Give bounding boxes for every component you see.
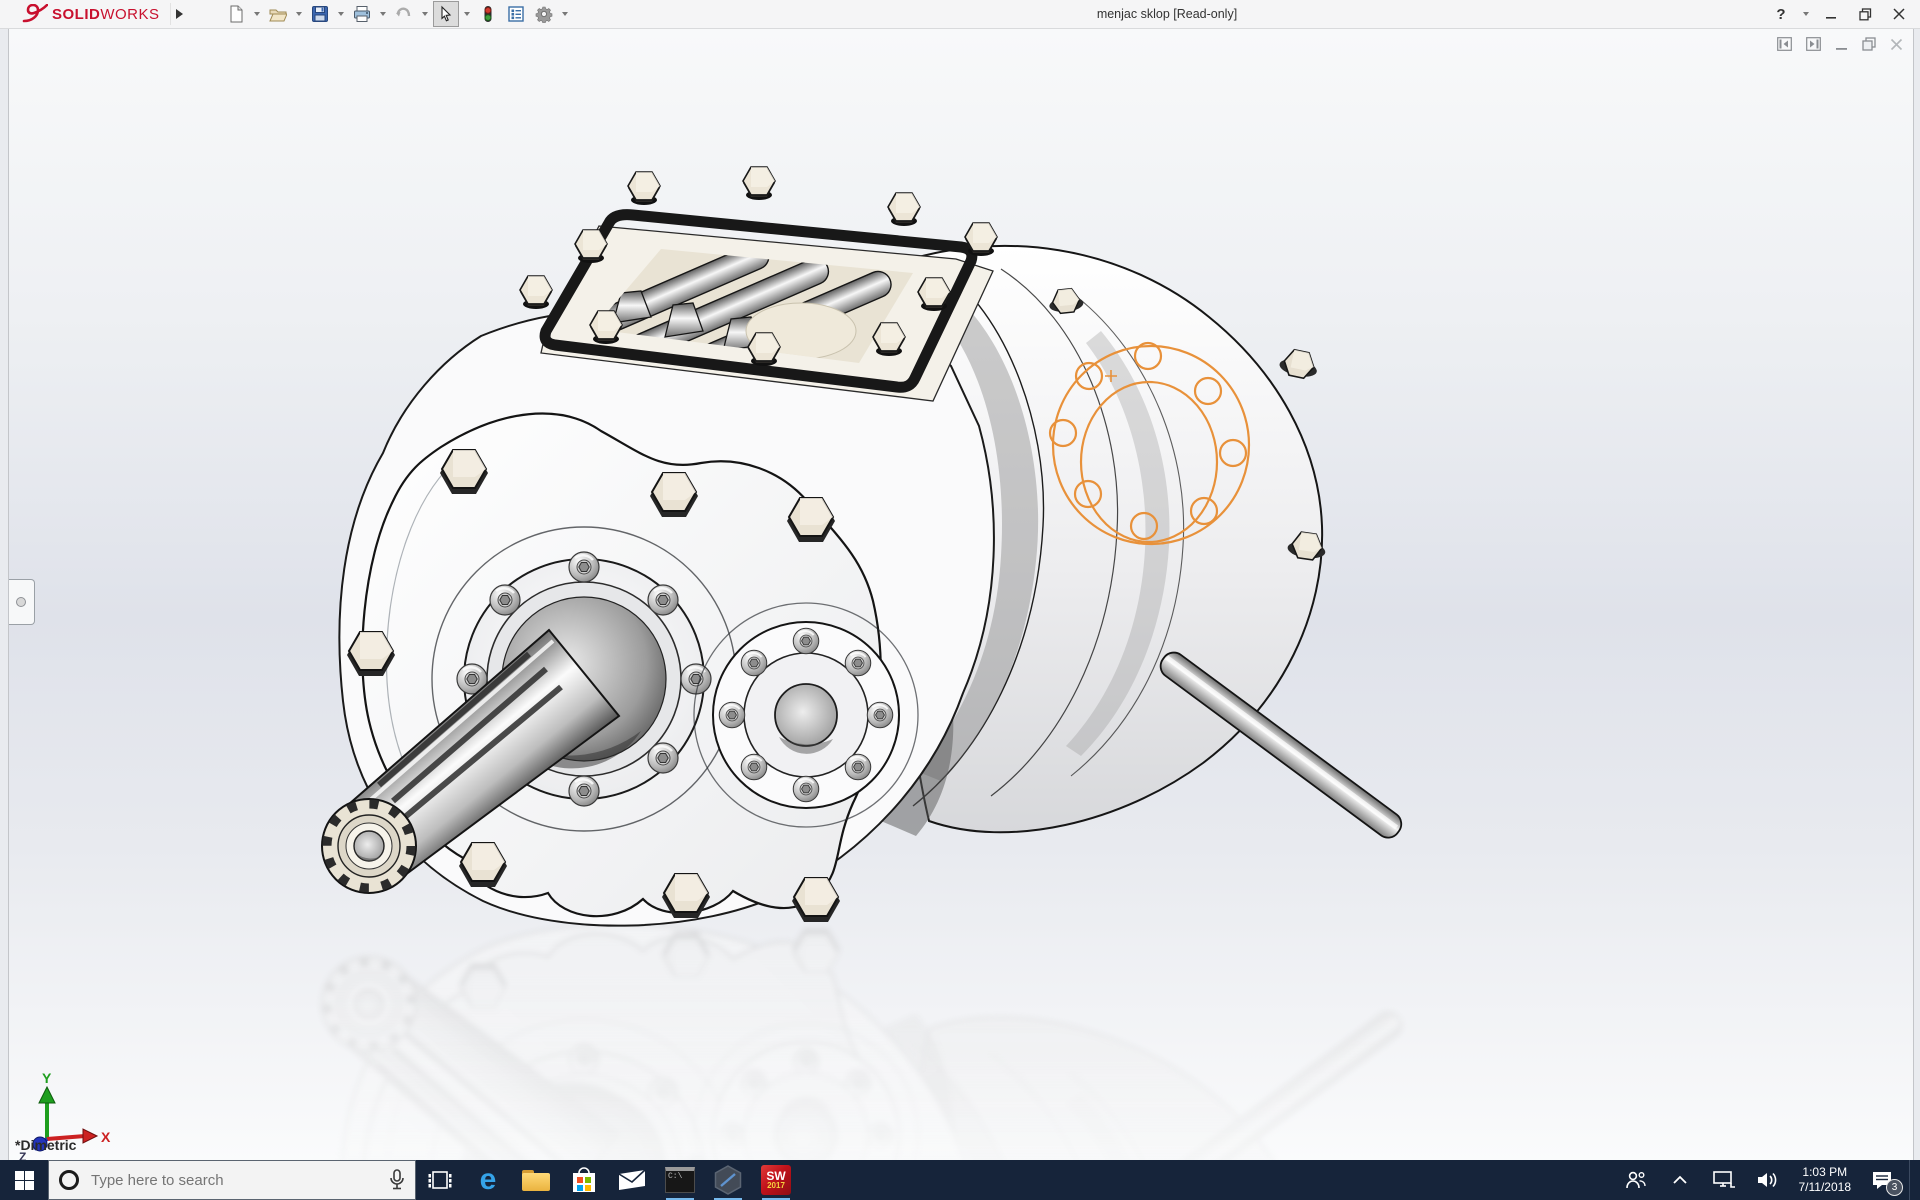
taskbar-clock[interactable]: 1:03 PM 7/11/2018 [1795, 1165, 1856, 1195]
brand-text: SOLIDWORKS [52, 6, 160, 23]
notification-badge: 3 [1886, 1179, 1903, 1196]
taskbar-item-hex-app[interactable] [704, 1160, 752, 1200]
store-icon [571, 1166, 597, 1194]
doc-minimize-icon[interactable] [1835, 38, 1848, 51]
taskbar-item-file-explorer[interactable] [512, 1160, 560, 1200]
select-caret[interactable] [464, 12, 470, 16]
hidden-icons-button[interactable] [1663, 1160, 1697, 1200]
panel-handle-icon [16, 597, 26, 607]
minimize-button[interactable] [1816, 2, 1846, 26]
task-view-icon [428, 1168, 452, 1192]
command-prompt-icon: C:\ [665, 1167, 695, 1193]
tray-time: 1:03 PM [1802, 1165, 1847, 1180]
doc-restore-icon[interactable] [1862, 37, 1876, 51]
print-icon [353, 5, 371, 23]
brand-works: WORKS [100, 6, 159, 23]
save-caret[interactable] [338, 12, 344, 16]
pane-expand-right-icon[interactable] [1806, 37, 1821, 51]
close-button[interactable] [1884, 2, 1914, 26]
pane-collapse-left-icon[interactable] [1777, 37, 1792, 51]
save-icon [311, 5, 329, 23]
show-desktop-button[interactable] [1909, 1160, 1916, 1200]
restore-icon [1859, 8, 1872, 21]
brand-solid: SOLID [52, 6, 100, 23]
taskbar-item-store[interactable] [560, 1160, 608, 1200]
chevron-up-icon [1672, 1175, 1688, 1185]
volume-button[interactable] [1751, 1160, 1785, 1200]
doc-close-icon[interactable] [1890, 38, 1903, 51]
floor-reflection [322, 924, 1406, 1161]
hex-app-icon [713, 1165, 743, 1195]
open-button[interactable] [265, 1, 291, 27]
new-caret[interactable] [254, 12, 260, 16]
toolbar [223, 0, 571, 28]
triad-y-label: Y [42, 1070, 52, 1086]
tray-date: 7/11/2018 [1799, 1180, 1852, 1195]
help-button[interactable]: ? [1766, 2, 1796, 26]
mail-icon [618, 1169, 646, 1191]
undo-caret[interactable] [422, 12, 428, 16]
taskbar-item-mail[interactable] [608, 1160, 656, 1200]
microphone-icon[interactable] [389, 1169, 405, 1191]
screen: SOLIDWORKS [0, 0, 1920, 1200]
taskbar-item-solidworks-2017[interactable]: SW 2017 [752, 1160, 800, 1200]
taskbar-item-edge[interactable]: e [464, 1160, 512, 1200]
graphics-viewport[interactable]: Y X Z *Dimetric [8, 28, 1914, 1161]
close-icon [1893, 8, 1905, 20]
gearbox-model[interactable]: Y X Z [8, 28, 1914, 1161]
toolbar-flyout-button[interactable] [170, 3, 189, 25]
new-document-button[interactable] [223, 1, 249, 27]
select-tool-button[interactable] [433, 1, 459, 27]
window-title: menjac sklop [Read-only] [1097, 0, 1237, 28]
speaker-icon [1756, 1170, 1780, 1190]
rebuild-traffic-light-icon [479, 5, 497, 23]
options-button[interactable] [531, 1, 557, 27]
featuremanager-collapsed-tab[interactable] [8, 579, 35, 625]
toolbar-options-caret[interactable] [562, 12, 568, 16]
search-input[interactable] [89, 1171, 379, 1190]
taskbar: e C:\ [0, 1160, 1920, 1200]
start-button[interactable] [0, 1160, 48, 1200]
rebuild-button[interactable] [475, 1, 501, 27]
options-gear-icon [535, 5, 553, 23]
taskbar-item-command-prompt[interactable]: C:\ [656, 1160, 704, 1200]
network-button[interactable] [1707, 1160, 1741, 1200]
edge-icon: e [480, 1165, 497, 1195]
solidworks-2017-icon: SW 2017 [761, 1165, 791, 1195]
save-button[interactable] [307, 1, 333, 27]
network-icon [1712, 1170, 1736, 1190]
solidworks-logo: SOLIDWORKS [0, 0, 170, 28]
ds-logo-icon [18, 4, 48, 24]
open-icon [269, 5, 287, 23]
people-button[interactable] [1619, 1160, 1653, 1200]
file-explorer-icon [522, 1170, 550, 1191]
file-properties-icon [507, 5, 525, 23]
new-document-icon [227, 5, 245, 23]
cortana-icon [59, 1170, 79, 1190]
titlebar: SOLIDWORKS [0, 0, 1920, 29]
minimize-icon [1825, 8, 1837, 20]
taskbar-search[interactable] [48, 1160, 416, 1200]
restore-button[interactable] [1850, 2, 1880, 26]
undo-button[interactable] [391, 1, 417, 27]
windows-logo-icon [15, 1171, 34, 1190]
file-properties-button[interactable] [503, 1, 529, 27]
open-caret[interactable] [296, 12, 302, 16]
system-tray: 1:03 PM 7/11/2018 3 [1619, 1160, 1920, 1200]
undo-icon [395, 5, 413, 23]
action-center-button[interactable]: 3 [1865, 1160, 1899, 1200]
people-icon [1625, 1170, 1647, 1190]
task-view-button[interactable] [416, 1160, 464, 1200]
triad-x-label: X [101, 1129, 111, 1145]
help-caret[interactable] [1803, 12, 1809, 16]
print-button[interactable] [349, 1, 375, 27]
view-orientation-label: *Dimetric [15, 1137, 76, 1153]
document-window-controls [1777, 37, 1903, 51]
print-caret[interactable] [380, 12, 386, 16]
window-controls: ? [1766, 0, 1914, 28]
select-cursor-icon [437, 5, 455, 23]
